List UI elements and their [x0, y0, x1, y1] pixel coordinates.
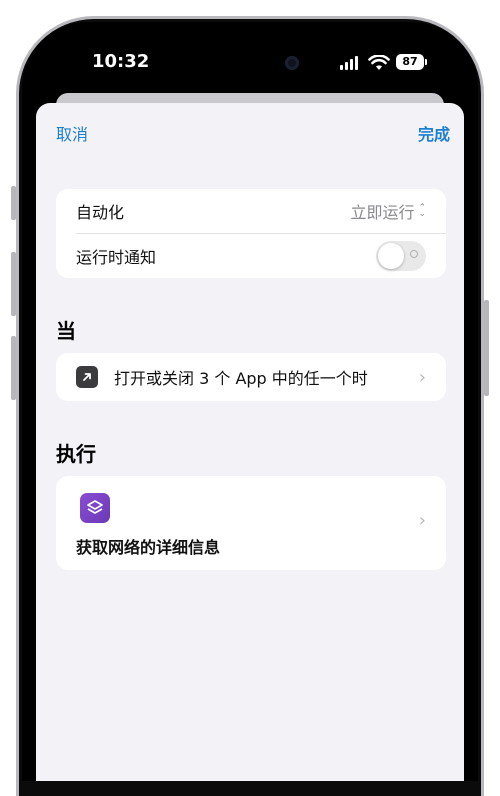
trigger-row[interactable]: 打开或关闭 3 个 App 中的任一个时 › [56, 353, 446, 401]
up-down-chevron-icon: ⌃ ⌄ [418, 203, 426, 219]
notify-label: 运行时通知 [76, 248, 157, 267]
automation-sheet: 取消 完成 自动化 立即运行 ⌃ ⌄ 运行时通知 当 打开或关闭 3 个 App… [36, 103, 464, 781]
shortcuts-icon [80, 493, 110, 523]
power-button [484, 300, 489, 396]
notify-toggle[interactable] [376, 241, 426, 271]
trigger-label: 打开或关闭 3 个 App 中的任一个时 [114, 369, 368, 388]
cancel-button[interactable]: 取消 [56, 121, 88, 145]
arrow-up-right-icon [76, 366, 98, 388]
signal-icon [340, 56, 358, 70]
automation-value: 立即运行 [350, 203, 415, 222]
front-camera [285, 56, 299, 70]
notify-row: 运行时通知 [76, 233, 446, 278]
status-time: 10:32 [92, 51, 150, 72]
settings-card: 自动化 立即运行 ⌃ ⌄ 运行时通知 [56, 189, 446, 278]
trigger-card[interactable]: 打开或关闭 3 个 App 中的任一个时 › [56, 353, 446, 401]
phone-screen: 10:32 87 取消 完成 自动化 立即运行 ⌃ ⌄ 运行时通知 当 打开或关… [22, 22, 478, 781]
volume-down-button [11, 336, 16, 400]
do-section-title: 执行 [56, 442, 96, 466]
wifi-icon [368, 55, 390, 70]
done-button[interactable]: 完成 [418, 121, 450, 145]
mute-switch [11, 186, 16, 220]
automation-row[interactable]: 自动化 立即运行 ⌃ ⌄ [56, 189, 446, 233]
action-label: 获取网络的详细信息 [76, 538, 221, 557]
battery-icon: 87 [396, 54, 424, 70]
automation-label: 自动化 [76, 203, 125, 222]
action-card[interactable]: 获取网络的详细信息 › [56, 476, 446, 570]
chevron-right-icon: › [418, 366, 426, 388]
chevron-right-icon: › [418, 510, 426, 531]
toggle-knob [378, 243, 404, 269]
toggle-off-indicator [410, 250, 418, 258]
battery-tip [425, 59, 427, 65]
volume-up-button [11, 252, 16, 316]
when-section-title: 当 [56, 319, 76, 343]
automation-value-select[interactable]: 立即运行 ⌃ ⌄ [350, 199, 426, 223]
